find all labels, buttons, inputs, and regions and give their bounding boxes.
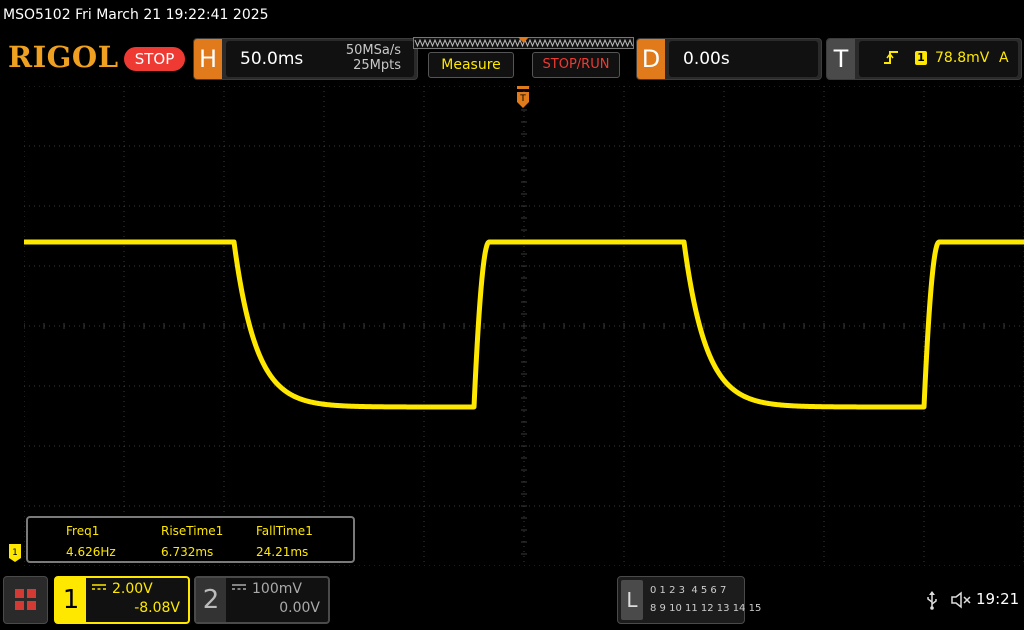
channel2-number: 2 [196, 578, 226, 622]
channel2-panel[interactable]: 2 100mV 0.00V [194, 576, 330, 624]
speaker-muted-icon[interactable] [950, 590, 972, 610]
channel1-number: 1 [56, 578, 86, 622]
horizontal-panel[interactable]: H 50.0ms 50MSa/s 25Mpts [193, 38, 418, 80]
usb-icon [927, 591, 937, 610]
trigger-level: 78.8mV [935, 50, 990, 66]
memory-depth: 25Mpts [353, 58, 401, 73]
delay-value: 0.00s [683, 49, 730, 69]
logic-channels-row1: 0 1 2 3 4 5 6 7 [650, 585, 727, 596]
graticule [24, 86, 1024, 566]
delay-label: D [637, 39, 665, 79]
window-title: MSO5102 Fri March 21 19:22:41 2025 [3, 7, 269, 23]
measure-name-falltime: FallTime1 [256, 524, 313, 538]
ch1-offset-marker[interactable]: 1 [8, 543, 22, 563]
menu-button[interactable] [3, 576, 48, 624]
measure-name-risetime: RiseTime1 [161, 524, 224, 538]
delay-panel[interactable]: D 0.00s [636, 38, 822, 80]
dc-coupling-icon [232, 584, 246, 590]
clock: 19:21 [976, 590, 1020, 608]
channel2-offset: 0.00V [279, 600, 320, 616]
trigger-source: 1 [915, 51, 927, 65]
dc-coupling-icon [92, 584, 106, 590]
svg-text:1: 1 [12, 548, 18, 558]
channel1-offset: -8.08V [134, 600, 180, 616]
measure-name-freq: Freq1 [66, 524, 100, 538]
timebase-value: 50.0ms [240, 49, 304, 69]
measure-value-freq: 4.626Hz [66, 545, 116, 559]
rising-edge-icon [884, 51, 898, 64]
trigger-panel[interactable]: T 1 78.8mV A [826, 38, 1022, 80]
channel1-panel[interactable]: 1 2.00V -8.08V [54, 576, 190, 624]
bottom-bar: 1 2.00V -8.08V 2 100mV 0.00V L 0 1 2 3 4… [0, 570, 1024, 630]
channel2-scale: 100mV [252, 581, 302, 597]
memory-overview-bar[interactable] [413, 37, 634, 49]
grid-menu-icon [15, 589, 36, 610]
title-bar: MSO5102 Fri March 21 19:22:41 2025 [0, 0, 1024, 34]
measure-button[interactable]: Measure [428, 52, 514, 78]
measurement-panel[interactable]: Freq1 4.626Hz RiseTime1 6.732ms FallTime… [26, 516, 355, 563]
horizontal-label: H [194, 39, 222, 79]
channel1-scale: 2.00V [112, 581, 153, 597]
trigger-mode: A [999, 50, 1009, 66]
stop-run-button[interactable]: STOP/RUN [532, 52, 620, 78]
logic-label: L [621, 580, 643, 620]
trigger-position-marker[interactable]: T [516, 86, 530, 110]
logic-analyzer-panel[interactable]: L 0 1 2 3 4 5 6 7 8 9 10 11 12 13 14 15 [617, 576, 761, 624]
measure-value-falltime: 24.21ms [256, 545, 309, 559]
svg-text:T: T [519, 94, 526, 104]
run-status-badge[interactable]: STOP [124, 47, 185, 71]
sample-rate: 50MSa/s [345, 43, 401, 58]
measure-value-risetime: 6.732ms [161, 545, 214, 559]
brand-logo: RIGOL [8, 40, 119, 74]
logic-channels-row2: 8 9 10 11 12 13 14 15 [650, 603, 762, 614]
trigger-label: T [827, 39, 855, 79]
waveform-display[interactable] [24, 86, 1024, 566]
